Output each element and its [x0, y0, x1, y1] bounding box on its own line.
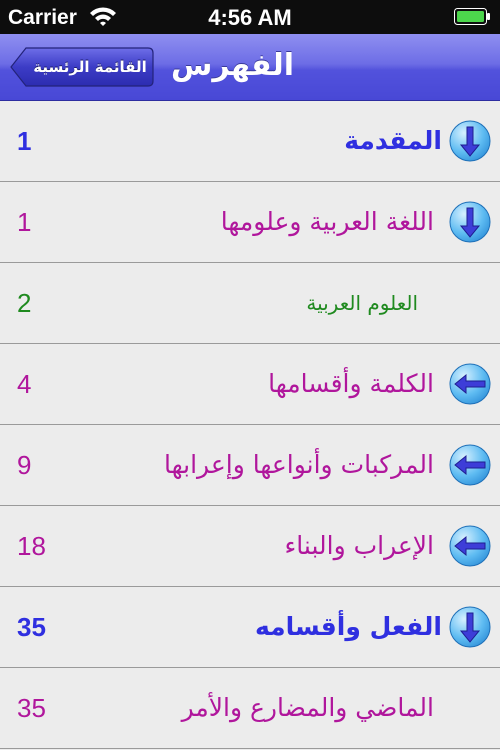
- arrow-left-icon: [449, 444, 491, 486]
- battery-icon: [454, 8, 490, 25]
- page-number: 18: [17, 531, 46, 561]
- list-item-arabic-language[interactable]: 1 اللغة العربية وعلومها: [0, 182, 500, 263]
- page-title: الفهرس: [170, 48, 294, 83]
- item-title: الكلمة وأقسامها: [268, 369, 434, 398]
- list-item-verb[interactable]: 35 الفعل وأقسامه: [0, 587, 500, 668]
- arrow-left-icon: [449, 363, 491, 405]
- page-number: 35: [17, 612, 46, 642]
- page-number: 2: [17, 288, 32, 318]
- list-item-compounds[interactable]: 9 المركبات وأنواعها وإعرابها: [0, 425, 500, 506]
- page-number: 1: [17, 207, 32, 237]
- page-number: 4: [17, 369, 32, 399]
- page-number: 9: [17, 450, 32, 480]
- list-item-arabic-sciences[interactable]: 2 العلوم العربية: [0, 263, 500, 344]
- back-button[interactable]: القائمة الرئسية: [10, 47, 154, 87]
- item-title: الفعل وأقسامه: [254, 612, 442, 641]
- arrow-down-icon: [449, 120, 491, 162]
- item-title: الإعراب والبناء: [284, 531, 434, 560]
- arrow-down-icon: [449, 606, 491, 648]
- page-number: 1: [17, 126, 32, 156]
- list-item-inflection[interactable]: 18 الإعراب والبناء: [0, 506, 500, 587]
- item-title: اللغة العربية وعلومها: [220, 207, 434, 236]
- item-title: المقدمة: [344, 126, 442, 155]
- arrow-down-icon: [449, 201, 491, 243]
- arrow-left-icon: [449, 525, 491, 567]
- item-title: العلوم العربية: [306, 291, 418, 315]
- list-item-word-parts[interactable]: 4 الكلمة وأقسامها: [0, 344, 500, 425]
- navigation-bar: القائمة الرئسية الفهرس: [0, 34, 500, 101]
- status-bar: Carrier 4:56 AM: [0, 0, 500, 34]
- item-title: المركبات وأنواعها وإعرابها: [164, 450, 434, 479]
- item-title: الماضي والمضارع والأمر: [181, 693, 434, 722]
- index-list: 1 المقدمة 1 اللغة العربية وعلومها 2 العل…: [0, 101, 500, 749]
- page-number: 35: [17, 693, 46, 723]
- back-button-label: القائمة الرئسية: [33, 58, 147, 76]
- status-time: 4:56 AM: [208, 5, 292, 30]
- list-item-verb-tenses[interactable]: 35 الماضي والمضارع والأمر: [0, 668, 500, 749]
- list-item-intro[interactable]: 1 المقدمة: [0, 101, 500, 182]
